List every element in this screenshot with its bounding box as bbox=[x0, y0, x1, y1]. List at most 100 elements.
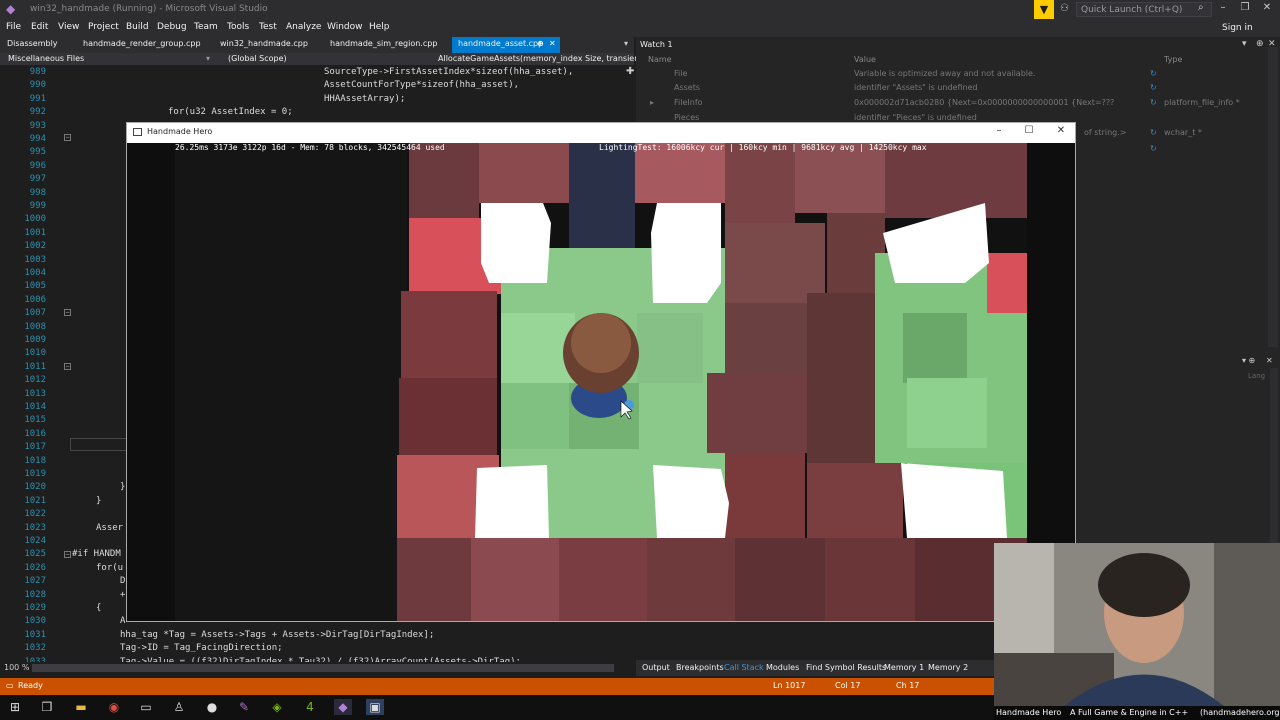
number-four-icon[interactable]: 4 bbox=[301, 699, 319, 715]
menu-project[interactable]: Project bbox=[88, 22, 119, 32]
tab-call-stack[interactable]: Call Stack bbox=[724, 663, 764, 672]
scope-dropdown[interactable]: (Global Scope) bbox=[228, 54, 287, 63]
zoom-level[interactable]: 100 % bbox=[4, 663, 29, 672]
chrome-icon[interactable]: ◉ bbox=[105, 699, 123, 715]
tab-breakpoints[interactable]: Breakpoints bbox=[676, 663, 724, 672]
project-dropdown[interactable]: Miscellaneous Files bbox=[8, 54, 84, 63]
code-line[interactable]: D bbox=[120, 576, 125, 586]
line-number: 1024 bbox=[24, 536, 46, 546]
code-line[interactable]: } bbox=[120, 482, 125, 492]
code-line[interactable]: AssetCountForType*sizeof(hha_asset), bbox=[324, 80, 519, 90]
refresh-icon[interactable]: ↻ bbox=[1150, 98, 1157, 107]
menu-analyze[interactable]: Analyze bbox=[286, 22, 321, 32]
nvidia-icon[interactable]: ◈ bbox=[268, 699, 286, 715]
code-line[interactable]: hha_tag *Tag = Assets->Tags + Assets->Di… bbox=[120, 630, 434, 640]
code-line[interactable]: HHAAssetArray); bbox=[324, 94, 405, 104]
tab-close-icon[interactable]: ✕ bbox=[549, 39, 556, 48]
app-icon[interactable]: ♙ bbox=[170, 699, 188, 715]
horizontal-scrollbar[interactable] bbox=[32, 664, 614, 672]
game-window[interactable]: Handmade Hero – ☐ ✕ 26.25ms 3173e 3122p … bbox=[126, 122, 1076, 622]
close-icon[interactable]: ✕ bbox=[1258, 2, 1276, 13]
tab-output[interactable]: Output bbox=[642, 663, 670, 672]
handmade-window-icon[interactable]: ▣ bbox=[366, 699, 384, 715]
code-line[interactable]: #if HANDM bbox=[72, 549, 121, 559]
code-line[interactable]: for(u bbox=[96, 563, 123, 573]
tab-memory-1[interactable]: Memory 1 bbox=[884, 663, 924, 672]
menu-build[interactable]: Build bbox=[126, 22, 149, 32]
watch-row[interactable]: Assets identifier "Assets" is undefined … bbox=[636, 81, 1280, 95]
menu-view[interactable]: View bbox=[58, 22, 79, 32]
minimize-icon[interactable]: – bbox=[989, 125, 1009, 136]
task-view-icon[interactable]: ❒ bbox=[38, 699, 56, 715]
app-icon-2[interactable]: ● bbox=[203, 699, 221, 715]
notifications-filter-icon[interactable]: ▼ bbox=[1034, 0, 1054, 19]
fold-toggle-icon[interactable]: − bbox=[64, 551, 71, 558]
split-icon[interactable]: ✚ bbox=[626, 66, 634, 77]
refresh-icon[interactable]: ↻ bbox=[1150, 128, 1157, 137]
menu-test[interactable]: Test bbox=[259, 22, 277, 32]
code-line[interactable]: + bbox=[120, 590, 125, 600]
function-dropdown[interactable]: AllocateGameAssets(memory_index Size, tr… bbox=[438, 54, 654, 63]
column-type[interactable]: Type bbox=[1164, 55, 1182, 64]
refresh-icon[interactable]: ↻ bbox=[1150, 83, 1157, 92]
menu-team[interactable]: Team bbox=[194, 22, 218, 32]
close-icon[interactable]: ✕ bbox=[1051, 125, 1071, 136]
code-line[interactable]: Asser bbox=[96, 523, 123, 533]
code-line[interactable]: A bbox=[120, 616, 125, 626]
maximize-icon[interactable]: ☐ bbox=[1019, 125, 1039, 136]
maximize-icon[interactable]: ❐ bbox=[1236, 2, 1254, 13]
fold-toggle-icon[interactable]: − bbox=[64, 363, 71, 370]
file-explorer-icon[interactable]: ▬ bbox=[72, 699, 90, 715]
code-line[interactable]: Tag->Value = ((f32)DirTagIndex * Tau32) … bbox=[120, 657, 521, 662]
tab-overflow-icon[interactable]: ▾ bbox=[624, 39, 628, 48]
menu-help[interactable]: Help bbox=[369, 22, 390, 32]
column-name[interactable]: Name bbox=[648, 55, 672, 64]
minimize-icon[interactable]: – bbox=[1214, 2, 1232, 13]
line-number: 1006 bbox=[24, 294, 46, 305]
search-icon[interactable]: ⌕ bbox=[1198, 2, 1204, 13]
tab-handmade-asset[interactable]: handmade_asset.cpp bbox=[458, 39, 543, 48]
tab-disassembly[interactable]: Disassembly bbox=[7, 39, 58, 48]
menu-tools[interactable]: Tools bbox=[227, 22, 249, 32]
menu-file[interactable]: File bbox=[6, 22, 21, 32]
pin-icon[interactable]: ▾ bbox=[1242, 39, 1247, 49]
code-line[interactable]: } bbox=[96, 496, 101, 506]
feedback-icon[interactable]: ⚇ bbox=[1060, 3, 1069, 14]
refresh-icon[interactable]: ↻ bbox=[1150, 69, 1157, 78]
pin-icon[interactable]: ⊕ bbox=[1256, 39, 1264, 49]
code-line[interactable]: for(u32 AssetIndex = 0; bbox=[168, 107, 293, 117]
menu-window[interactable]: Window bbox=[327, 22, 363, 32]
code-line[interactable]: Tag->ID = Tag_FacingDirection; bbox=[120, 643, 283, 653]
tab-sim-region[interactable]: handmade_sim_region.cpp bbox=[330, 39, 437, 48]
close-icon[interactable]: ✕ bbox=[1266, 356, 1273, 365]
pin-icon[interactable]: ⊕ bbox=[537, 39, 544, 48]
terminal-icon[interactable]: ▭ bbox=[137, 699, 155, 715]
visual-studio-icon[interactable]: ◆ bbox=[334, 699, 352, 715]
tab-modules[interactable]: Modules bbox=[766, 663, 799, 672]
tab-win32-handmade[interactable]: win32_handmade.cpp bbox=[220, 39, 308, 48]
watch-row[interactable]: ▸ FileInfo 0x000002d71acb0280 {Next=0x00… bbox=[636, 96, 1280, 110]
fold-toggle-icon[interactable]: − bbox=[64, 309, 71, 316]
tab-find-symbol-results[interactable]: Find Symbol Results bbox=[806, 663, 886, 672]
sign-in-link[interactable]: Sign in bbox=[1222, 23, 1253, 33]
pin-icon[interactable]: ▾ ⊕ bbox=[1242, 356, 1255, 365]
tab-memory-2[interactable]: Memory 2 bbox=[928, 663, 968, 672]
quick-launch-input[interactable]: Quick Launch (Ctrl+Q) bbox=[1076, 2, 1212, 17]
fold-toggle-icon[interactable]: − bbox=[64, 134, 71, 141]
menu-edit[interactable]: Edit bbox=[31, 22, 48, 32]
tile-block bbox=[569, 143, 635, 248]
vertical-scrollbar[interactable] bbox=[1268, 47, 1278, 347]
chevron-down-icon[interactable]: ▾ bbox=[206, 54, 210, 63]
expand-icon[interactable]: ▸ bbox=[650, 98, 654, 107]
tab-render-group[interactable]: handmade_render_group.cpp bbox=[83, 39, 201, 48]
app-icon-3[interactable]: ✎ bbox=[235, 699, 253, 715]
code-line[interactable]: SourceType->FirstAssetIndex*sizeof(hha_a… bbox=[324, 67, 573, 77]
code-line[interactable]: { bbox=[96, 603, 101, 613]
column-value[interactable]: Value bbox=[854, 55, 876, 64]
watch-row[interactable]: File Variable is optimized away and not … bbox=[636, 67, 1280, 81]
menu-debug[interactable]: Debug bbox=[157, 22, 187, 32]
windows-icon[interactable]: ⊞ bbox=[6, 699, 24, 715]
refresh-icon[interactable]: ↻ bbox=[1150, 144, 1157, 153]
line-number: 994 bbox=[29, 134, 46, 144]
game-viewport[interactable]: 26.25ms 3173e 3122p 16d - Mem: 78 blocks… bbox=[127, 143, 1075, 621]
